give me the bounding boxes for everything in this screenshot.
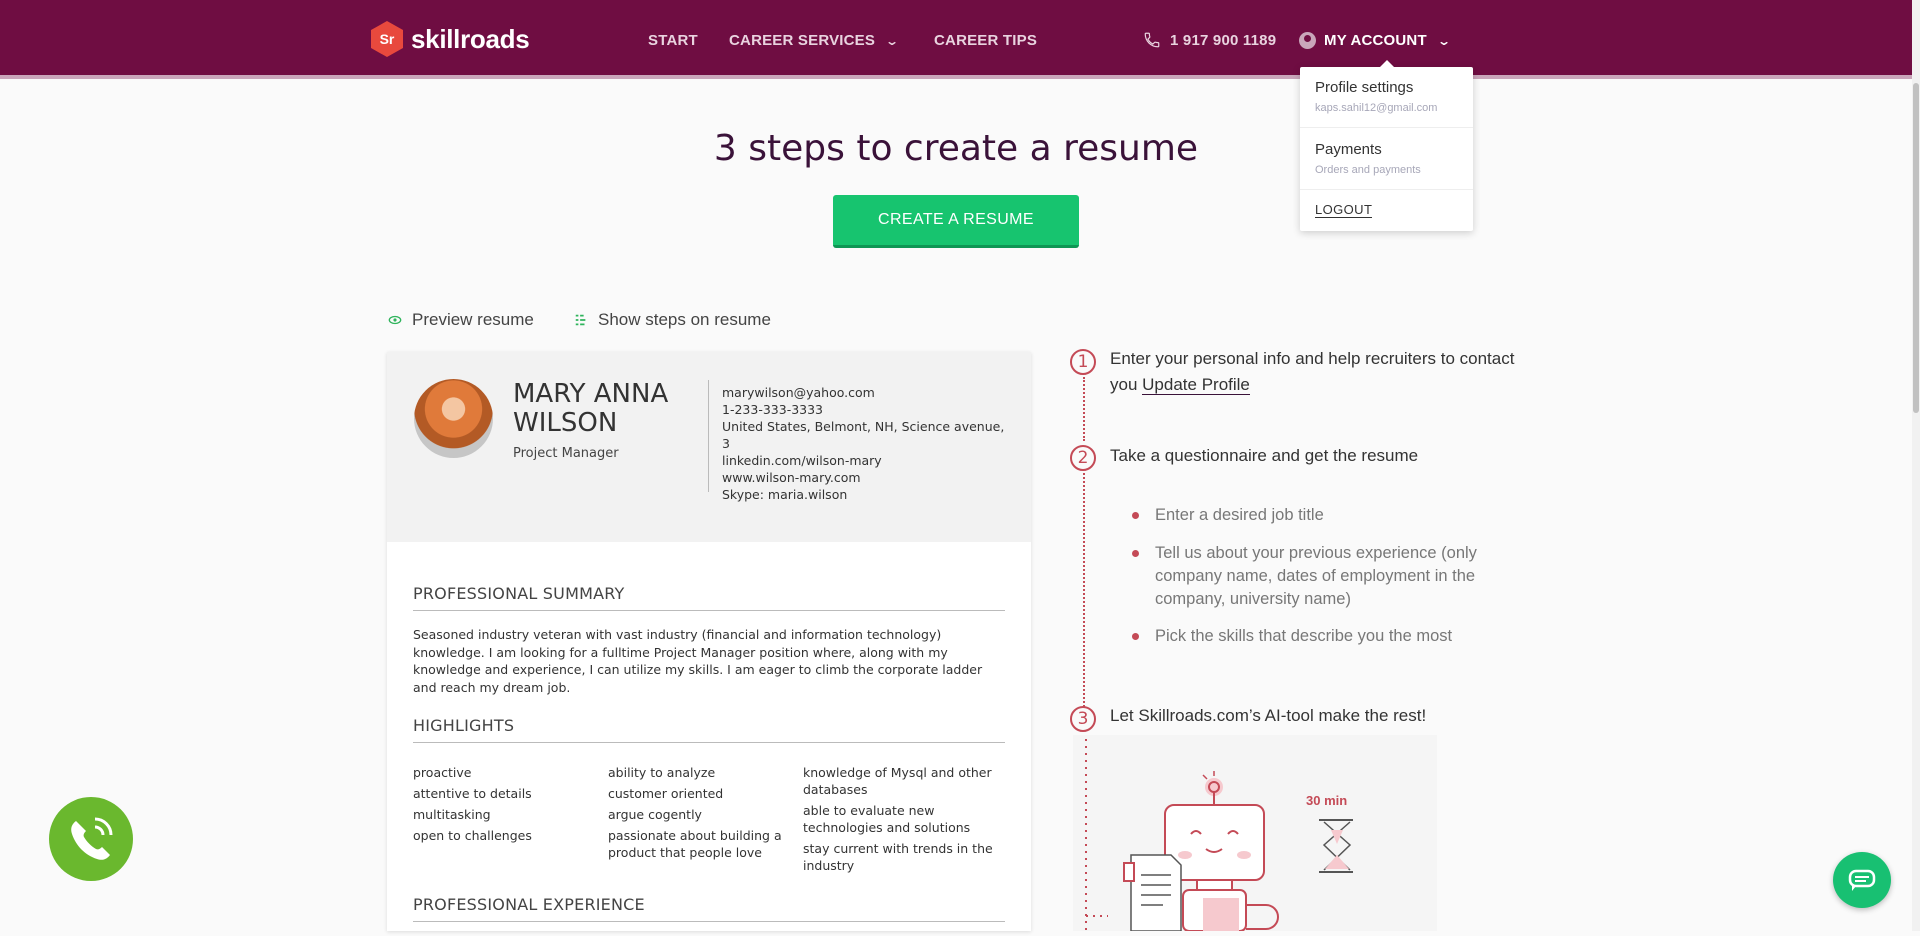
highlight-item: multitasking — [413, 807, 491, 822]
resume-header: MARY ANNA WILSON Project Manager marywil… — [387, 352, 1031, 542]
highlight-item: open to challenges — [413, 828, 532, 843]
highlight-item: passionate about building a product that… — [608, 828, 782, 860]
update-profile-link[interactable]: Update Profile — [1142, 375, 1250, 395]
highlight-item: able to evaluate new technologies and so… — [803, 803, 971, 835]
highlight-item: attentive to details — [413, 786, 532, 801]
step-1-text: Enter your personal info and help recrui… — [1110, 346, 1520, 398]
logo-mark-icon: Sr — [371, 21, 403, 57]
avatar — [414, 379, 493, 458]
step-2-bullet: Enter a desired job title — [1155, 506, 1324, 524]
preview-resume-toggle[interactable]: Preview resume — [388, 310, 534, 330]
illustration-time-label: 30 min — [1306, 793, 1348, 808]
contact-linkedin: linkedin.com/wilson-mary — [722, 453, 882, 468]
nav-career-services-label: CAREER SERVICES — [729, 32, 876, 49]
call-button[interactable] — [49, 797, 133, 881]
contact-skype: Skype: maria.wilson — [722, 487, 848, 502]
bullet-icon — [1132, 512, 1139, 519]
highlights-column-3: knowledge of Mysql and other databases a… — [803, 764, 993, 878]
phone-number[interactable]: 1 917 900 1189 — [1170, 32, 1276, 49]
nav-career-services[interactable]: CAREER SERVICES ⌄ — [729, 32, 900, 49]
logo[interactable]: Sr skillroads — [371, 21, 530, 57]
show-steps-toggle[interactable]: Show steps on resume — [574, 310, 771, 330]
ai-robot-illustration: 30 min — [1073, 735, 1437, 932]
chat-bubble-icon — [1848, 869, 1876, 891]
profile-settings-title: Profile settings — [1315, 79, 1414, 96]
highlight-item: proactive — [413, 765, 472, 780]
step-2-bullet: Pick the skills that describe you the mo… — [1155, 627, 1453, 645]
contact-phone: 1-233-333-3333 — [722, 402, 824, 417]
my-account-label: MY ACCOUNT — [1324, 32, 1427, 49]
preview-resume-label: Preview resume — [412, 310, 534, 329]
highlight-item: stay current with trends in the industry — [803, 841, 993, 873]
create-resume-button[interactable]: CREATE A RESUME — [833, 195, 1079, 248]
user-account-icon — [1299, 32, 1316, 49]
contact-address: United States, Belmont, NH, Science aven… — [722, 419, 1005, 451]
section-rule — [413, 610, 1005, 611]
step-connector — [1083, 473, 1085, 707]
steps-list-icon — [575, 314, 586, 326]
chat-button[interactable] — [1833, 852, 1891, 908]
resume-role: Project Manager — [513, 446, 619, 461]
step-number-2: 2 — [1070, 445, 1096, 471]
dropdown-divider — [1300, 189, 1473, 190]
phone-call-icon — [71, 817, 113, 860]
bullet-icon — [1132, 633, 1139, 640]
step-3-text: Let Skillroads.com’s AI-tool make the re… — [1110, 706, 1427, 725]
summary-text: Seasoned industry veteran with vast indu… — [413, 627, 983, 695]
show-steps-label: Show steps on resume — [598, 310, 771, 329]
logout-link[interactable]: LOGOUT — [1315, 202, 1373, 218]
section-rule — [413, 921, 1005, 922]
highlights-title: HIGHLIGHTS — [413, 716, 515, 735]
summary-title: PROFESSIONAL SUMMARY — [413, 584, 625, 603]
resume-contacts: marywilson@yahoo.com 1-233-333-3333 Unit… — [722, 384, 1012, 503]
resume-preview: MARY ANNA WILSON Project Manager marywil… — [387, 352, 1031, 931]
page-scrollbar-thumb[interactable] — [1913, 83, 1919, 413]
step-number-1: 1 — [1070, 349, 1096, 375]
highlights-column-1: proactive attentive to details multitask… — [413, 764, 603, 848]
robot-icon — [1085, 739, 1353, 932]
step-2-text: Take a questionnaire and get the resume — [1110, 446, 1419, 465]
highlights-column-2: ability to analyze customer oriented arg… — [608, 764, 798, 865]
step-connector — [1083, 377, 1085, 441]
top-navbar: Sr skillroads START CAREER SERVICES ⌄ CAR… — [0, 0, 1920, 79]
section-rule — [413, 742, 1005, 743]
highlight-item: ability to analyze — [608, 765, 716, 780]
nav-career-tips[interactable]: CAREER TIPS — [934, 32, 1037, 49]
resume-name: MARY ANNA WILSON — [513, 380, 668, 438]
chevron-down-icon: ⌄ — [1436, 34, 1452, 48]
contact-website: www.wilson-mary.com — [722, 470, 861, 485]
resume-name-line1: MARY ANNA — [513, 379, 669, 409]
header-divider — [708, 380, 709, 492]
experience-title: PROFESSIONAL EXPERIENCE — [413, 895, 645, 914]
step-2-bullet: Tell us about your previous experience (… — [1155, 544, 1477, 608]
logo-text: skillroads — [411, 23, 530, 54]
profile-settings-link[interactable]: Profile settings kaps.sahil12@gmail.com — [1315, 79, 1437, 114]
highlight-item: argue cogently — [608, 807, 702, 822]
step-number-3: 3 — [1070, 706, 1096, 732]
chevron-down-icon: ⌄ — [885, 34, 900, 48]
highlight-item: knowledge of Mysql and other databases — [803, 765, 992, 797]
eye-icon — [388, 315, 402, 325]
highlight-item: customer oriented — [608, 786, 724, 801]
profile-email: kaps.sahil12@gmail.com — [1315, 102, 1438, 114]
nav-start[interactable]: START — [648, 32, 698, 49]
resume-name-line2: WILSON — [513, 408, 618, 438]
page-title: 3 steps to create a resume — [713, 128, 1199, 169]
phone-icon — [1144, 32, 1160, 48]
my-account-menu[interactable]: MY ACCOUNT ⌄ — [1324, 32, 1452, 49]
bullet-icon — [1132, 550, 1139, 557]
contact-email: marywilson@yahoo.com — [722, 385, 875, 400]
